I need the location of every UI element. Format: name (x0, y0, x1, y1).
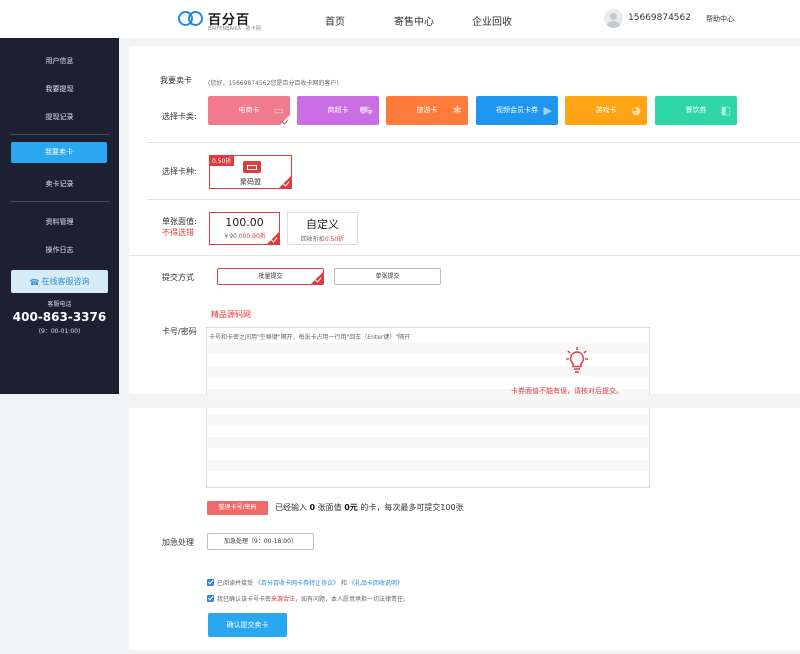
check-corner-icon (267, 232, 279, 244)
sidebar-divider (10, 201, 109, 202)
confirm-sell-button[interactable]: 确认提交卖卡 (208, 613, 287, 637)
sidebar: 用户信息 我要提现 提现记录 我要卖卡 卖卡记录 资料管理 操作日志 ☎ 在线客服… (0, 38, 119, 394)
card-type-label: 餐饮券 (685, 106, 707, 114)
top-header: 百分百 BAIFENBAIKA · 收卡网 首页 寄售中心 企业回收 15669… (0, 0, 800, 38)
shopping-cart-icon: ⛟ (359, 104, 373, 117)
face-value-warning-message: 卡券面值不能有误，请核对后提交。 (511, 387, 623, 395)
hotline-label: 客服电话 (47, 301, 72, 308)
sidebar-item-withdraw[interactable]: 我要提现 (0, 84, 119, 94)
sidebar-item-profile[interactable]: 资料管理 (0, 217, 119, 227)
face-value-option-100[interactable]: 100.00 ￥90.000.90折 (209, 212, 280, 245)
legal-confirm-text: 我已确认该卡号卡密 (217, 596, 272, 603)
card-type-food[interactable]: 餐饮券 ◧ (655, 96, 737, 125)
card-kind-option[interactable]: 0.50折 聚码盟 (209, 155, 292, 189)
check-corner-icon (280, 115, 290, 125)
gamepad-icon: ◕ (631, 104, 641, 117)
textarea-row (208, 460, 648, 471)
choose-type-label: 选择卡类: (162, 112, 197, 121)
face-value-amount: 100.00 (225, 216, 264, 229)
hotline-hours: (9：00-01:00) (38, 328, 81, 335)
urgent-process-button[interactable]: 加急处理（9：00-18:00） (207, 533, 314, 550)
legal-confirm-row[interactable]: 我已确认该卡号卡密来源合法，如有问题，本人愿意承担一切法律责任。 (207, 594, 409, 603)
textarea-row (208, 414, 648, 425)
check-corner-icon (279, 176, 291, 188)
transfer-agreement-link[interactable]: 《百分百收卡网卡券转让协议》 (255, 580, 339, 587)
sidebar-item-logs[interactable]: 操作日志 (0, 245, 119, 255)
watermark-text: 精品源码网 (211, 310, 251, 319)
agreement-text: 已阅读并接受 (217, 580, 254, 587)
gift-card-recycle-link[interactable]: 《礼品卡回收说明》 (349, 580, 403, 587)
face-value-option-custom[interactable]: 自定义 回收折扣0.50折 (287, 212, 358, 245)
video-icon: ▶ (543, 104, 552, 117)
choose-kind-label: 选择卡种: (162, 167, 197, 176)
online-consult-label: 在线客服咨询 (41, 277, 90, 286)
card-type-supermarket[interactable]: 商超卡 ⛟ (297, 96, 379, 125)
card-type-game[interactable]: 游戏卡 ◕ (565, 96, 647, 125)
sidebar-item-sell-card[interactable]: 我要卖卡 (11, 142, 107, 163)
avatar[interactable] (604, 9, 623, 28)
card-type-label: 游戏卡 (595, 106, 617, 114)
face-value-label: 单张面值: (162, 217, 197, 226)
card-type-video[interactable]: 视频会员卡券 ▶ (476, 96, 558, 125)
food-icon: ◧ (720, 104, 731, 117)
urgent-label: 加急处理 (162, 538, 194, 547)
face-value-amount: 自定义 (306, 218, 339, 231)
check-corner-icon (311, 272, 323, 284)
card-type-label: 电商卡 (238, 106, 260, 114)
legal-source-highlight: 来源合法 (271, 596, 296, 603)
card-type-label: 视频会员卡券 (496, 106, 538, 114)
nav-consignment-center[interactable]: 寄售中心 (394, 13, 434, 28)
discount-badge: 0.50折 (209, 155, 235, 166)
card-password-label: 卡号/密码 (162, 327, 197, 336)
agreement-checkbox[interactable] (207, 579, 214, 586)
divider (147, 142, 800, 143)
logo-subtext: BAIFENBAIKA · 收卡网 (208, 26, 261, 32)
legal-confirm-checkbox[interactable] (207, 595, 214, 602)
textarea-placeholder: 卡号和卡密之间用"空格键"隔开，每张卡占用一行用"回车（Enter键）"隔开 (209, 334, 411, 341)
logo-icon (178, 11, 204, 29)
face-value-warning: 不得选错 (162, 228, 194, 237)
page-title: 我要卖卡 (160, 76, 192, 85)
batch-submit-label: 批量提交 (258, 273, 283, 280)
help-center-link[interactable]: 帮助中心 (706, 14, 734, 24)
card-password-textarea-lower[interactable] (206, 408, 650, 488)
card-type-travel[interactable]: 旅游卡 ✱ (386, 96, 468, 125)
batch-submit-tab[interactable]: 批量提交 (217, 268, 324, 285)
single-submit-tab[interactable]: 单张提交 (334, 268, 441, 285)
agreement-and: 和 (340, 580, 347, 587)
sidebar-item-withdraw-records[interactable]: 提现记录 (0, 112, 119, 122)
online-consult-button[interactable]: ☎ 在线客服咨询 (11, 270, 108, 293)
palm-tree-icon: ✱ (452, 104, 462, 117)
divider (129, 255, 800, 256)
sidebar-item-sell-records[interactable]: 卖卡记录 (0, 179, 119, 189)
textarea-row (208, 437, 648, 448)
nav-enterprise-recycle[interactable]: 企业回收 (472, 13, 512, 28)
sidebar-divider (10, 134, 109, 135)
legal-confirm-suffix: ，如有问题，本人愿意承担一切法律责任。 (295, 596, 410, 603)
lightbulb-icon (566, 347, 588, 373)
submit-mode-label: 提交方式 (162, 273, 194, 282)
site-logo[interactable]: 百分百 BAIFENBAIKA · 收卡网 (178, 8, 261, 32)
hotline-number: 400-863-3376 (12, 310, 107, 324)
card-type-label: 旅游卡 (416, 106, 438, 114)
divider (147, 199, 800, 200)
input-count-summary: 已经输入 0 张面值 0元 的卡，每次最多可提交100张 (275, 503, 464, 512)
user-phone[interactable]: 15669874562 (628, 13, 691, 23)
card-type-ecommerce[interactable]: 电商卡 ▭ (208, 96, 290, 125)
sidebar-item-user-info[interactable]: 用户信息 (0, 56, 119, 66)
card-brand-icon (243, 161, 261, 173)
headset-icon: ☎ (29, 278, 40, 287)
card-type-label: 商超卡 (327, 106, 349, 114)
arrange-cards-button[interactable]: 整理卡号/密码 (207, 501, 268, 515)
face-value-rate: 回收折扣0.50折 (300, 236, 345, 243)
greeting-text: (您好，15669874562您是百分百收卡网的客户) (208, 80, 339, 87)
nav-home[interactable]: 首页 (325, 13, 345, 28)
agreement-row[interactable]: 已阅读并接受 《百分百收卡网卡券转让协议》 和 《礼品卡回收说明》 (207, 578, 403, 587)
